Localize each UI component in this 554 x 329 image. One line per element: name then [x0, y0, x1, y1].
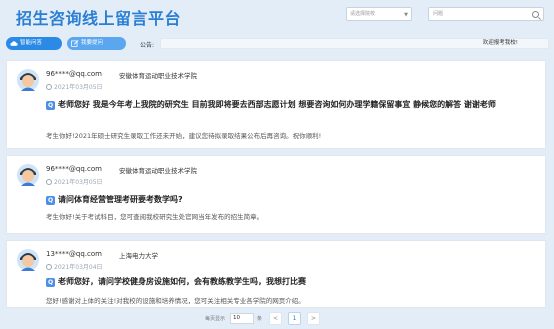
avatar-icon [17, 249, 39, 271]
notice-label: 公告: [140, 42, 155, 49]
post-date: 2021年03月05日 [46, 82, 103, 91]
edit-icon [71, 40, 79, 47]
avatar-icon [17, 164, 39, 186]
user-email: 96****@qq.com [46, 70, 102, 78]
search-placeholder: 问题 [433, 11, 444, 17]
school-select-placeholder: 请选择院校 [350, 11, 376, 17]
question-icon: Q [46, 101, 55, 110]
page-size-input[interactable]: 10 [230, 313, 254, 324]
question-icon: Q [46, 196, 55, 205]
avatar-icon [17, 69, 39, 91]
ask-question-button[interactable]: 我要提问 [67, 37, 126, 50]
question-text[interactable]: 老师您好，请问学校健身房设施如何，会有教练教学生吗，我想打比赛 [58, 276, 528, 288]
user-email: 13****@qq.com [46, 250, 102, 258]
next-page-button[interactable]: > [307, 312, 320, 325]
notice-bar: 欢迎报考我校! [160, 38, 549, 49]
message-card: 96****@qq.com 安徽体育运动职业技术学院 2021年03月05日 Q… [6, 60, 546, 149]
post-date-text: 2021年03月05日 [54, 179, 103, 186]
question-text[interactable]: 请问体育经营管理考研要考数学吗? [58, 194, 528, 206]
question-text[interactable]: 老师您好 我是今年考上我院的研究生 目前我即将要去西部志愿计划 想要咨询如何办理… [58, 99, 528, 111]
message-card: 96****@qq.com 安徽体育运动职业技术学院 2021年03月05日 Q… [6, 155, 546, 234]
school-name: 上海电力大学 [119, 252, 158, 260]
chevron-down-icon: ▼ [404, 12, 408, 18]
search-input[interactable]: 问题 [428, 7, 544, 21]
school-name: 安徽体育运动职业技术学院 [119, 167, 197, 175]
message-card: 13****@qq.com 上海电力大学 2021年03月04日 Q 老师您好，… [6, 240, 546, 308]
question-icon: Q [46, 278, 55, 287]
answer-text: 您好!感谢对上体的关注!对我校的设施和培养情况，您可关注相关专业各学院的网页介绍… [46, 297, 305, 305]
smart-reply-button[interactable]: 智能问答 [6, 37, 62, 50]
smart-reply-label: 智能问答 [20, 40, 43, 46]
search-icon[interactable] [532, 11, 539, 18]
pagination: 每页显示 10 条 < 1 > [0, 311, 554, 329]
post-date: 2021年03月05日 [46, 177, 103, 186]
post-date-text: 2021年03月05日 [54, 84, 103, 91]
clock-icon [46, 84, 52, 90]
clock-icon [46, 264, 52, 270]
current-page-button[interactable]: 1 [288, 312, 301, 325]
post-date-text: 2021年03月04日 [54, 264, 103, 271]
school-name: 安徽体育运动职业技术学院 [119, 72, 197, 80]
prev-page-button[interactable]: < [269, 312, 282, 325]
user-email: 96****@qq.com [46, 165, 102, 173]
page-size-unit: 条 [257, 316, 263, 322]
school-select[interactable]: 请选择院校 ▼ [346, 7, 412, 21]
answer-text: 考生你好!关于考试科目，您可查阅我校研究生处官网当年发布的招生简章。 [46, 213, 264, 221]
clock-icon [46, 179, 52, 185]
answer-text: 考生你好!2021年硕士研究生录取工作还未开始，建议您待拟录取结果公布后再咨询。… [46, 132, 322, 140]
page-size-label: 每页显示 [205, 316, 226, 322]
cloud-icon [10, 41, 18, 46]
post-date: 2021年03月04日 [46, 262, 103, 271]
header: 招生咨询线上留言平台 请选择院校 ▼ 问题 [0, 0, 554, 32]
notice-text: 欢迎报考我校! [482, 40, 518, 46]
site-title: 招生咨询线上留言平台 [16, 9, 182, 28]
ask-question-label: 我要提问 [81, 40, 104, 46]
toolbar: 智能问答 我要提问 公告: 欢迎报考我校! [0, 37, 554, 53]
